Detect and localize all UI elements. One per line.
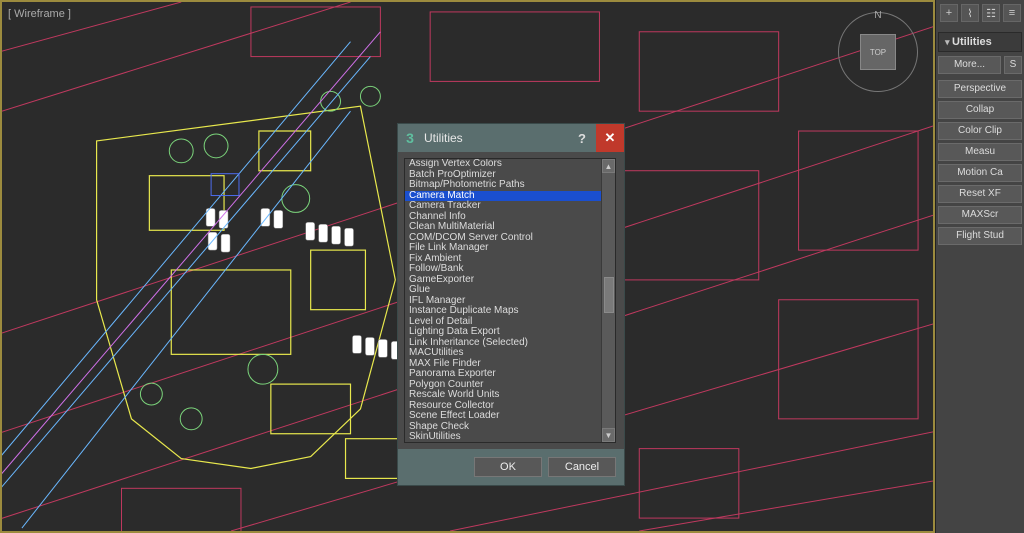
list-item[interactable]: SkinUtilities: [405, 432, 601, 442]
more-button[interactable]: More...: [938, 56, 1001, 74]
tab-utilities[interactable]: ≡: [1003, 4, 1021, 22]
list-item[interactable]: File Link Manager: [405, 243, 601, 254]
list-item[interactable]: Clean MultiMaterial: [405, 222, 601, 233]
utility-button[interactable]: MAXScr: [938, 206, 1022, 224]
list-item[interactable]: Instance Duplicate Maps: [405, 306, 601, 317]
sets-button[interactable]: S: [1004, 56, 1022, 74]
list-item[interactable]: Scene Effect Loader: [405, 411, 601, 422]
viewcube[interactable]: N TOP: [838, 12, 918, 92]
utility-button[interactable]: Reset XF: [938, 185, 1022, 203]
rollout-utilities-header[interactable]: Utilities: [938, 32, 1022, 52]
help-button[interactable]: ?: [568, 124, 596, 152]
list-item[interactable]: Glue: [405, 285, 601, 296]
listbox-scrollbar[interactable]: ▲ ▼: [601, 159, 615, 442]
list-item[interactable]: Rescale World Units: [405, 390, 601, 401]
utility-button[interactable]: Flight Stud: [938, 227, 1022, 245]
cancel-button[interactable]: Cancel: [548, 457, 616, 477]
utility-button[interactable]: Measu: [938, 143, 1022, 161]
list-item[interactable]: Panorama Exporter: [405, 369, 601, 380]
utilities-dialog: 3 Utilities ? ✕ Assign Vertex ColorsBatc…: [397, 123, 625, 486]
command-panel: + ⌇ ☷ ≡ Utilities More... S Perspective C…: [935, 0, 1024, 533]
list-item[interactable]: Camera Tracker: [405, 201, 601, 212]
tab-create[interactable]: +: [940, 4, 958, 22]
scroll-thumb[interactable]: [604, 277, 614, 313]
list-item[interactable]: Lighting Data Export: [405, 327, 601, 338]
list-item[interactable]: Bitmap/Photometric Paths: [405, 180, 601, 191]
utility-button[interactable]: Color Clip: [938, 122, 1022, 140]
compass-north: N: [874, 10, 881, 21]
dialog-titlebar[interactable]: 3 Utilities ? ✕: [398, 124, 624, 152]
utility-button[interactable]: Perspective: [938, 80, 1022, 98]
utility-button[interactable]: Collap: [938, 101, 1022, 119]
scroll-down-icon[interactable]: ▼: [602, 428, 615, 442]
utilities-listbox[interactable]: Assign Vertex ColorsBatch ProOptimizerBi…: [404, 158, 616, 443]
app-icon: 3: [398, 124, 422, 152]
ok-button[interactable]: OK: [474, 457, 542, 477]
viewcube-face[interactable]: TOP: [860, 34, 896, 70]
list-item[interactable]: Follow/Bank: [405, 264, 601, 275]
utility-button[interactable]: Motion Ca: [938, 164, 1022, 182]
command-panel-tabs: + ⌇ ☷ ≡: [938, 4, 1022, 22]
tab-hierarchy[interactable]: ☷: [982, 4, 1000, 22]
list-item[interactable]: MACUtilities: [405, 348, 601, 359]
close-button[interactable]: ✕: [596, 124, 624, 152]
tab-modify[interactable]: ⌇: [961, 4, 979, 22]
list-item[interactable]: GameExporter: [405, 275, 601, 286]
dialog-title: Utilities: [422, 124, 568, 152]
list-item[interactable]: Assign Vertex Colors: [405, 159, 601, 170]
scroll-up-icon[interactable]: ▲: [602, 159, 615, 173]
